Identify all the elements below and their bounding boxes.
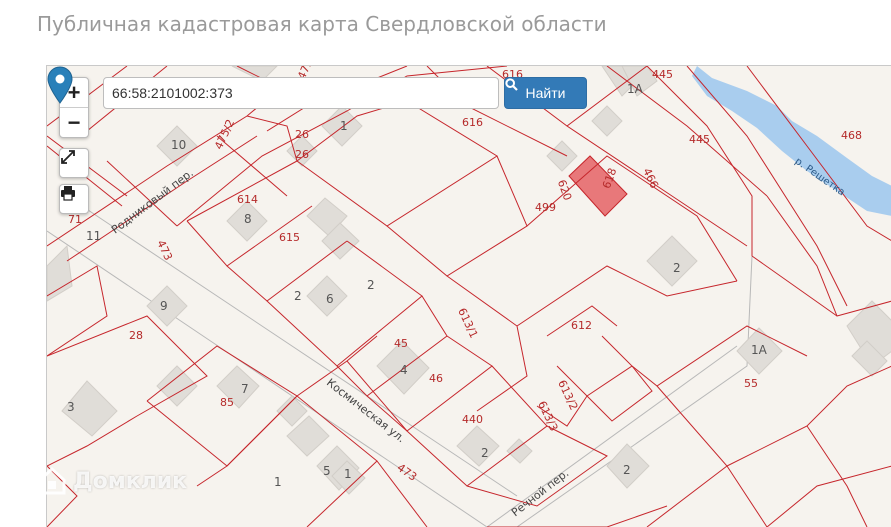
domclick-watermark: Домклик — [37, 466, 187, 496]
cadastral-map[interactable]: 445 1А 616 616 26 1 475/2 475 10 26 466 445 468 614 8 6… — [46, 65, 891, 527]
page-title: Публичная кадастровая карта Свердловской… — [37, 12, 607, 36]
river — [692, 66, 891, 216]
highlighted-building — [568, 155, 628, 217]
house-icon — [38, 466, 66, 495]
fullscreen-button[interactable] — [59, 148, 89, 178]
map-marker-icon[interactable] — [47, 66, 73, 104]
expand-icon — [61, 150, 75, 164]
zoom-out-button[interactable]: − — [60, 107, 88, 137]
find-button-label: Найти — [525, 85, 566, 101]
find-button[interactable]: Найти — [504, 77, 587, 109]
search-icon — [505, 78, 518, 91]
watermark-text: Домклик — [73, 468, 188, 494]
cadastral-search-input[interactable] — [103, 77, 499, 109]
printer-icon — [61, 186, 75, 201]
map-canvas[interactable] — [47, 66, 891, 527]
print-button[interactable] — [59, 184, 89, 214]
